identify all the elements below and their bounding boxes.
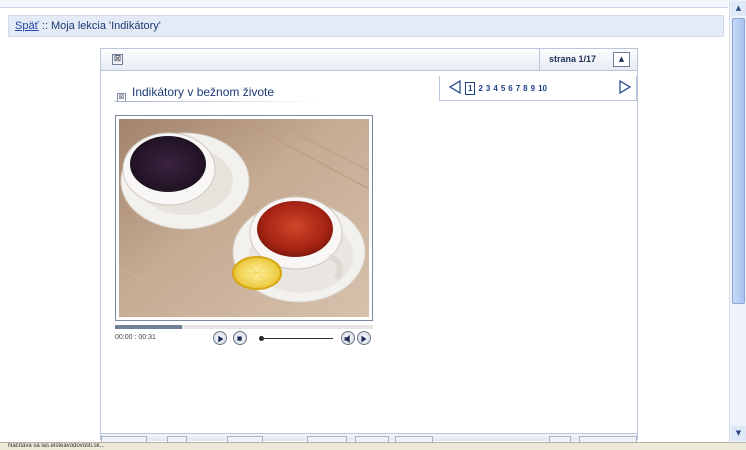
- scroll-up-icon[interactable]: ▲: [731, 1, 746, 16]
- close-panel-icon[interactable]: ⊠: [112, 54, 123, 65]
- volume-up-button[interactable]: [357, 331, 371, 345]
- lesson-title: Indikátory v bežnom živote: [132, 85, 275, 99]
- video-progress-bar[interactable]: [115, 325, 373, 329]
- top-frame-strip: [0, 0, 728, 8]
- toolbar-divider: [539, 49, 540, 71]
- triangle-left-icon[interactable]: [448, 80, 462, 94]
- page-number-6[interactable]: 6: [508, 84, 512, 93]
- volume-down-button[interactable]: [341, 331, 355, 345]
- tea-cups-picture: [119, 119, 369, 317]
- play-button[interactable]: [213, 331, 227, 345]
- video-time: 00:00 : 00:31: [115, 334, 156, 341]
- status-bar: Načítava sa las.elsteavodovosti.sk...: [0, 442, 746, 450]
- stop-icon: [237, 336, 242, 341]
- vertical-scrollbar[interactable]: ▲ ▼: [729, 0, 746, 442]
- page-indicator: strana 1/17: [549, 54, 597, 64]
- video-controls: 00:00 : 00:31: [115, 325, 373, 345]
- scroll-down-icon[interactable]: ▼: [731, 426, 746, 441]
- video-player[interactable]: [115, 115, 373, 321]
- breadcrumb-bar: Späť :: Moja lekcia 'Indikátory': [8, 15, 724, 37]
- stop-button[interactable]: [233, 331, 247, 345]
- lesson-breadcrumb-label: Moja lekcia 'Indikátory': [50, 20, 161, 32]
- page-number-4[interactable]: 4: [493, 84, 497, 93]
- page-number-10[interactable]: 10: [538, 84, 547, 93]
- video-progress-fill: [115, 325, 183, 329]
- bottom-navigation: [101, 433, 637, 444]
- page-number-2[interactable]: 2: [478, 84, 482, 93]
- back-link[interactable]: Späť: [15, 20, 39, 32]
- page-number-7[interactable]: 7: [516, 84, 520, 93]
- lesson-panel: ⊠ strana 1/17 ▲ ⊠ Indikátory v bežnom ži…: [100, 48, 638, 444]
- breadcrumb-separator: ::: [38, 20, 51, 32]
- page-number-1[interactable]: 1: [465, 81, 476, 95]
- video-frame-image: [119, 119, 369, 317]
- page-number-8[interactable]: 8: [523, 84, 527, 93]
- status-text: Načítava sa las.elsteavodovosti.sk...: [8, 443, 105, 449]
- scrollbar-thumb[interactable]: [732, 18, 745, 304]
- page-navigator: 1 2 3 4 5 6 7 8 9 10: [439, 76, 637, 101]
- volume-up-icon: [361, 335, 367, 343]
- page-number-3[interactable]: 3: [486, 84, 490, 93]
- title-underline: [115, 101, 321, 102]
- play-icon: [218, 335, 224, 343]
- lesson-toolbar: ⊠ strana 1/17 ▲: [101, 49, 637, 71]
- triangle-right-icon[interactable]: [618, 80, 632, 94]
- browser-viewport: Späť :: Moja lekcia 'Indikátory' ⊠ stran…: [0, 0, 746, 450]
- volume-slider-track[interactable]: [261, 338, 333, 339]
- collapse-up-button[interactable]: ▲: [613, 52, 630, 67]
- volume-down-icon: [344, 334, 350, 344]
- page-number-9[interactable]: 9: [531, 84, 535, 93]
- page-number-5[interactable]: 5: [501, 84, 505, 93]
- page-number-list: 1 2 3 4 5 6 7 8 9 10: [465, 80, 547, 96]
